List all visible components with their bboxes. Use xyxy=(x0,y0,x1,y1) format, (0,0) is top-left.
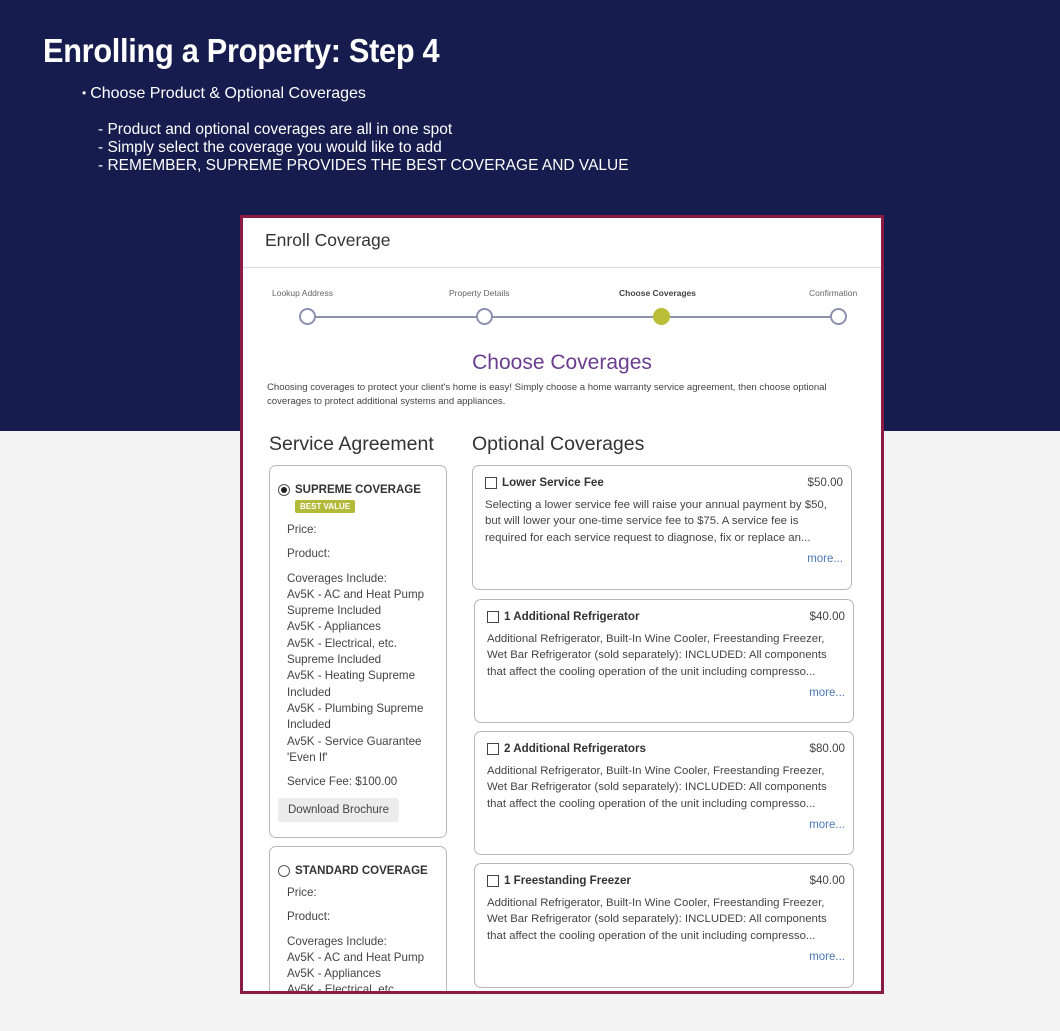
plan-option-supreme[interactable]: SUPREME COVERAGE xyxy=(278,484,438,496)
radio-unselected-icon[interactable] xyxy=(278,865,290,877)
coverage-item: Av5K - Electrical, etc. xyxy=(287,983,397,994)
step-label-choose-coverages: Choose Coverages xyxy=(619,288,696,298)
coverages-label: Coverages Include: xyxy=(287,934,387,948)
bullet-dot-icon: • xyxy=(82,86,87,100)
plan-coverages: Coverages Include: Av5K - AC and Heat Pu… xyxy=(287,571,438,767)
sub-point: - Simply select the coverage you would l… xyxy=(98,139,442,156)
optional-coverage-option[interactable]: 1 Freestanding Freezer xyxy=(487,874,631,887)
optional-coverage-name: 1 Freestanding Freezer xyxy=(504,874,631,887)
optional-coverage-card: 1 Additional Refrigerator $40.00 Additio… xyxy=(474,599,854,723)
step-label-property-details: Property Details xyxy=(449,288,510,298)
optional-coverage-option[interactable]: 2 Additional Refrigerators xyxy=(487,742,646,755)
checkbox-icon[interactable] xyxy=(485,476,497,489)
section-heading: Choose Coverages xyxy=(472,351,652,374)
radio-selected-icon[interactable] xyxy=(278,484,290,496)
optional-coverage-price: $40.00 xyxy=(809,610,845,623)
service-agreement-heading: Service Agreement xyxy=(269,433,434,455)
slide-title: Enrolling a Property: Step 4 xyxy=(43,32,440,69)
sub-point: - Product and optional coverages are all… xyxy=(98,121,453,138)
progress-stepper: Lookup Address Property Details Choose C… xyxy=(243,268,881,338)
bullet-text: Choose Product & Optional Coverages xyxy=(90,85,366,102)
plan-name: STANDARD COVERAGE xyxy=(295,865,428,877)
step-dot-choose-coverages[interactable] xyxy=(653,308,670,325)
coverage-item: Av5K - Electrical, etc. Supreme Included xyxy=(287,636,397,667)
more-link[interactable]: more... xyxy=(487,951,845,963)
panel-title: Enroll Coverage xyxy=(265,230,391,250)
download-brochure-button[interactable]: Download Brochure xyxy=(278,798,400,823)
optional-coverage-price: $50.00 xyxy=(807,476,843,489)
coverage-item: Av5K - Service Guarantee 'Even If' xyxy=(287,734,422,764)
step-dot-lookup-address[interactable] xyxy=(299,308,316,325)
slide-bullet: • Choose Product & Optional Coverages xyxy=(82,85,366,103)
coverage-item: Av5K - Appliances xyxy=(287,620,381,634)
coverage-item: Av5K - Plumbing Supreme Included xyxy=(287,701,424,732)
stepper-line xyxy=(307,316,839,318)
optional-coverage-option[interactable]: 1 Additional Refrigerator xyxy=(487,610,640,623)
optional-coverage-price: $40.00 xyxy=(809,874,845,887)
more-link[interactable]: more... xyxy=(487,687,845,699)
optional-coverage-name: Lower Service Fee xyxy=(502,476,604,489)
coverage-item: Av5K - AC and Heat Pump Supreme Included xyxy=(287,587,425,618)
sub-point: - REMEMBER, SUPREME PROVIDES THE BEST CO… xyxy=(98,157,629,174)
optional-coverage-name: 2 Additional Refrigerators xyxy=(504,742,646,755)
optional-coverage-name: 1 Additional Refrigerator xyxy=(504,610,640,623)
plan-product: Product: xyxy=(287,547,331,561)
optional-coverage-description: Additional Refrigerator, Built-In Wine C… xyxy=(487,897,827,942)
optional-coverage-description: Additional Refrigerator, Built-In Wine C… xyxy=(487,633,827,678)
plan-service-fee: Service Fee: $100.00 xyxy=(287,775,398,789)
plan-name: SUPREME COVERAGE xyxy=(295,484,421,496)
optional-coverage-card: 1 Freestanding Freezer $40.00 Additional… xyxy=(474,863,854,988)
best-value-badge: BEST VALUE xyxy=(295,500,356,513)
slide-sub-points: - Product and optional coverages are all… xyxy=(98,121,629,175)
optional-coverage-option[interactable]: Lower Service Fee xyxy=(485,476,604,489)
plan-product: Product: xyxy=(287,910,331,924)
coverages-label: Coverages Include: xyxy=(287,571,387,585)
step-dot-property-details[interactable] xyxy=(476,308,493,325)
coverage-item: Av5K - AC and Heat Pump xyxy=(287,950,425,964)
more-link[interactable]: more... xyxy=(485,553,843,565)
enroll-coverage-panel: Enroll Coverage Lookup Address Property … xyxy=(240,215,884,994)
plan-price: Price: xyxy=(287,523,317,536)
intro-text: Choosing coverages to protect your clien… xyxy=(267,382,827,407)
step-dot-confirmation[interactable] xyxy=(830,308,847,325)
optional-coverage-card: 2 Additional Refrigerators $80.00 Additi… xyxy=(474,731,854,855)
optional-coverages-heading: Optional Coverages xyxy=(472,433,645,455)
optional-coverage-price: $80.00 xyxy=(809,742,845,755)
checkbox-icon[interactable] xyxy=(487,610,499,623)
coverage-item: Av5K - Heating Supreme Included xyxy=(287,669,416,699)
step-label-confirmation: Confirmation xyxy=(809,288,858,298)
plan-card-supreme[interactable]: SUPREME COVERAGE BEST VALUE Price: Produ… xyxy=(269,465,447,838)
more-link[interactable]: more... xyxy=(487,819,845,831)
plan-card-standard[interactable]: STANDARD COVERAGE Price: Product: Covera… xyxy=(269,846,447,994)
checkbox-icon[interactable] xyxy=(487,874,499,887)
step-label-lookup-address: Lookup Address xyxy=(272,288,333,298)
checkbox-icon[interactable] xyxy=(487,742,499,755)
plan-coverages: Coverages Include: Av5K - AC and Heat Pu… xyxy=(287,934,438,994)
plan-option-standard[interactable]: STANDARD COVERAGE xyxy=(278,865,438,877)
optional-coverage-card: Lower Service Fee $50.00 Selecting a low… xyxy=(472,465,852,590)
plan-price: Price: xyxy=(287,886,317,899)
optional-coverage-description: Additional Refrigerator, Built-In Wine C… xyxy=(487,765,827,810)
optional-coverage-description: Selecting a lower service fee will raise… xyxy=(485,499,827,544)
panel-header: Enroll Coverage xyxy=(243,218,881,268)
coverage-item: Av5K - Appliances xyxy=(287,967,381,981)
